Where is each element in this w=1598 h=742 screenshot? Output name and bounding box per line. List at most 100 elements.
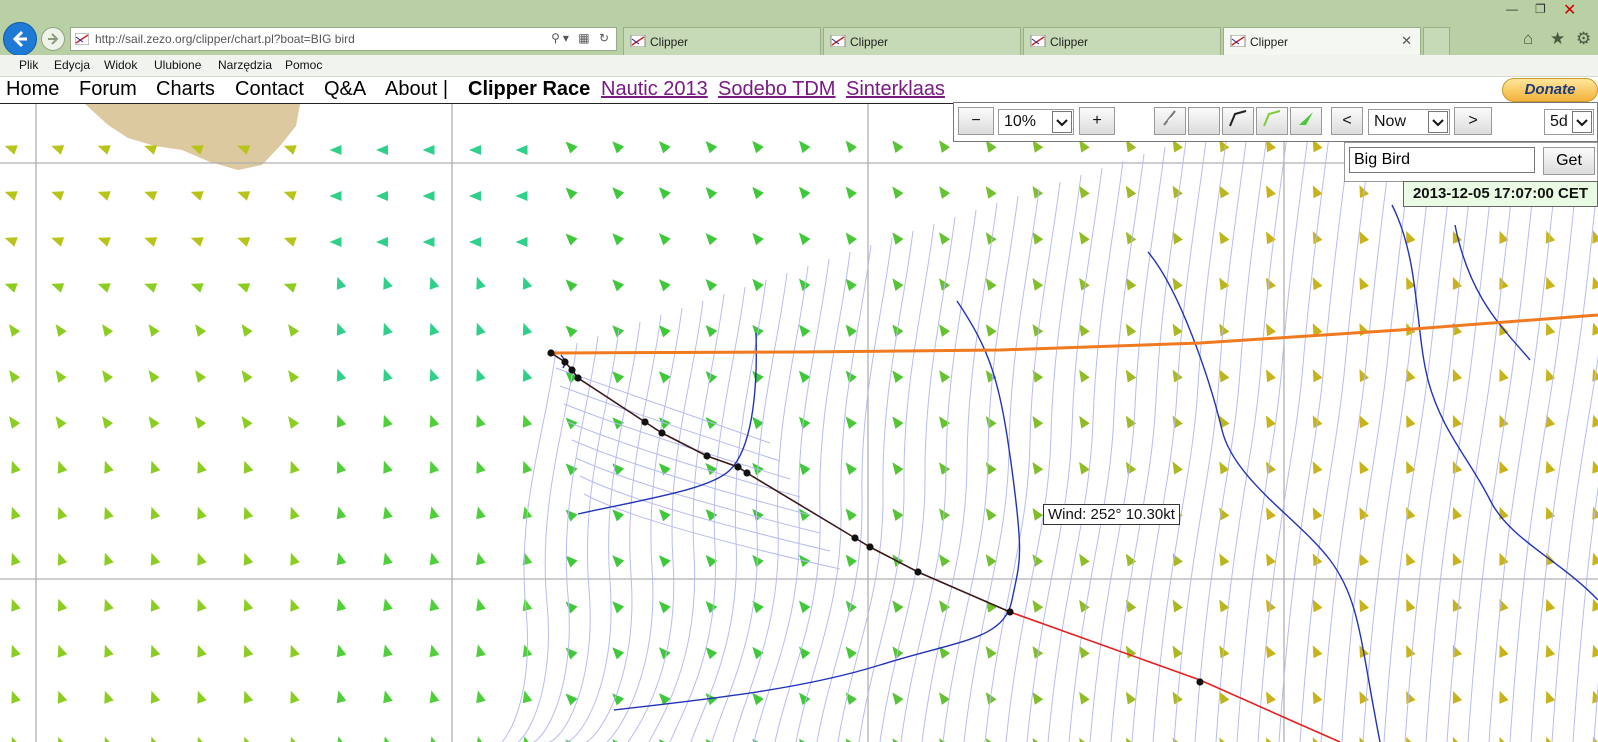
wind-arrow (705, 232, 718, 246)
wind-arrow (798, 324, 811, 338)
wind-arrow (290, 598, 300, 612)
minimize-icon[interactable]: — (1506, 2, 1518, 16)
isochrone-line (1152, 125, 1229, 742)
wind-arrow (422, 237, 435, 247)
nav-about[interactable]: About | (385, 78, 448, 101)
wind-arrow (290, 506, 300, 520)
get-button[interactable]: Get (1543, 147, 1595, 175)
link-sodebo-tdm[interactable]: Sodebo TDM (718, 78, 835, 101)
time-next-button[interactable]: > (1454, 107, 1492, 135)
wind-arrow (1266, 185, 1276, 199)
wind-arrow (612, 555, 625, 568)
star-icon[interactable]: ★ (1550, 29, 1565, 49)
address-bar[interactable]: http://sail.zezo.org/clipper/chart.pl?bo… (70, 27, 617, 51)
wind-arrow (104, 598, 114, 612)
isochrone-line (502, 342, 578, 742)
wind-arrow (429, 368, 440, 382)
wind-arrow (429, 414, 440, 428)
time-select[interactable]: Now (1368, 109, 1450, 135)
wind-arrow (658, 371, 671, 384)
home-icon[interactable]: ⌂ (1523, 29, 1533, 49)
time-prev-button[interactable]: < (1331, 107, 1363, 135)
wind-arrow (845, 370, 857, 384)
zoom-in-button[interactable]: + (1079, 107, 1115, 135)
nav-contact[interactable]: Contact (235, 78, 304, 101)
wind-arrow (565, 601, 578, 614)
wind-arrow-button[interactable] (1290, 107, 1322, 135)
wind-arrow (523, 736, 529, 742)
nav-charts[interactable]: Charts (156, 78, 215, 101)
close-tab-icon[interactable]: ✕ (1401, 33, 1412, 49)
wind-arrow (752, 140, 764, 154)
wind-arrow (892, 416, 904, 429)
period-select[interactable]: 5d (1544, 109, 1594, 135)
isochrone-line (984, 181, 1061, 742)
wind-arrow (337, 736, 343, 742)
zoom-select[interactable]: 10% (998, 109, 1074, 135)
track-point (743, 469, 751, 477)
menu-narzedzia[interactable]: Narzędzia (218, 58, 272, 72)
zoom-out-button[interactable]: − (958, 107, 994, 135)
wind-arrow (1266, 553, 1276, 567)
wind-arrow (752, 508, 764, 522)
wind-arrow (658, 141, 671, 154)
wind-arrow (612, 279, 625, 292)
wind-arrow (892, 232, 904, 245)
forward-button[interactable] (41, 27, 65, 51)
route-green-button[interactable] (1256, 107, 1288, 135)
wind-arrow (1079, 415, 1090, 429)
wind-arrow (1592, 460, 1598, 474)
wind-arrow (104, 644, 114, 658)
link-nautic-2013[interactable]: Nautic 2013 (601, 78, 708, 101)
favicon-icon (1230, 35, 1246, 47)
blank-tool-button[interactable] (1188, 107, 1220, 135)
tab-clipper-1[interactable]: Clipper (623, 27, 821, 55)
wind-arrow (798, 232, 811, 246)
tab-clipper-2[interactable]: Clipper (823, 27, 1021, 55)
track-point (658, 429, 666, 437)
nav-forum[interactable]: Forum (79, 78, 137, 101)
close-window-icon[interactable]: ✕ (1563, 0, 1576, 20)
isochrone-line (795, 244, 872, 742)
wind-arrow (57, 552, 68, 566)
menu-plik[interactable]: Plik (19, 58, 38, 72)
new-tab-button[interactable] (1423, 27, 1450, 55)
tab-clipper-active[interactable]: Clipper ✕ (1223, 27, 1421, 55)
wind-arrow (197, 460, 207, 474)
wind-arrow (1359, 507, 1370, 521)
boat-name-input[interactable] (1349, 147, 1535, 173)
wind-arrow (97, 283, 111, 293)
wind-arrow (1032, 415, 1044, 429)
wind-arrow (1032, 231, 1044, 245)
donate-button[interactable]: Donate (1502, 78, 1598, 102)
time-value: Now (1374, 113, 1407, 130)
link-sinterklaas[interactable]: Sinterklaas (846, 78, 945, 101)
wind-arrow (522, 460, 533, 474)
address-actions-icon[interactable]: ⚲▾ ▦ ↻ (551, 31, 612, 45)
wind-arrow (1032, 737, 1039, 742)
isochrone-line (963, 188, 1040, 742)
menu-edycja[interactable]: Edycja (54, 58, 90, 72)
wind-arrow (705, 140, 718, 154)
wind-arrow (658, 509, 671, 522)
routing-map[interactable]: Wind: 252° 10.30kt (0, 104, 1598, 742)
forecast-timestamp: 2013-12-05 17:07:00 CET (1403, 181, 1598, 207)
pencil-tool-button[interactable] (1154, 107, 1186, 135)
restore-icon[interactable]: ❐ (1535, 2, 1546, 16)
wind-arrow (195, 416, 207, 429)
wind-arrow (150, 506, 161, 520)
gear-icon[interactable]: ⚙ (1576, 29, 1591, 49)
back-button[interactable] (3, 22, 37, 56)
nav-qa[interactable]: Q&A (324, 78, 366, 101)
menu-widok[interactable]: Widok (104, 58, 137, 72)
menu-pomoc[interactable]: Pomoc (285, 58, 322, 72)
isochrone-line (837, 230, 914, 742)
isochrone-line (1005, 174, 1082, 742)
tab-clipper-3[interactable]: Clipper (1023, 27, 1221, 55)
route-black-button[interactable] (1222, 107, 1254, 135)
wind-arrow (336, 598, 347, 612)
menu-ulubione[interactable]: Ulubione (154, 58, 201, 72)
nav-home[interactable]: Home (6, 78, 59, 101)
wind-arrow (565, 463, 578, 476)
wind-arrow (1452, 276, 1463, 290)
